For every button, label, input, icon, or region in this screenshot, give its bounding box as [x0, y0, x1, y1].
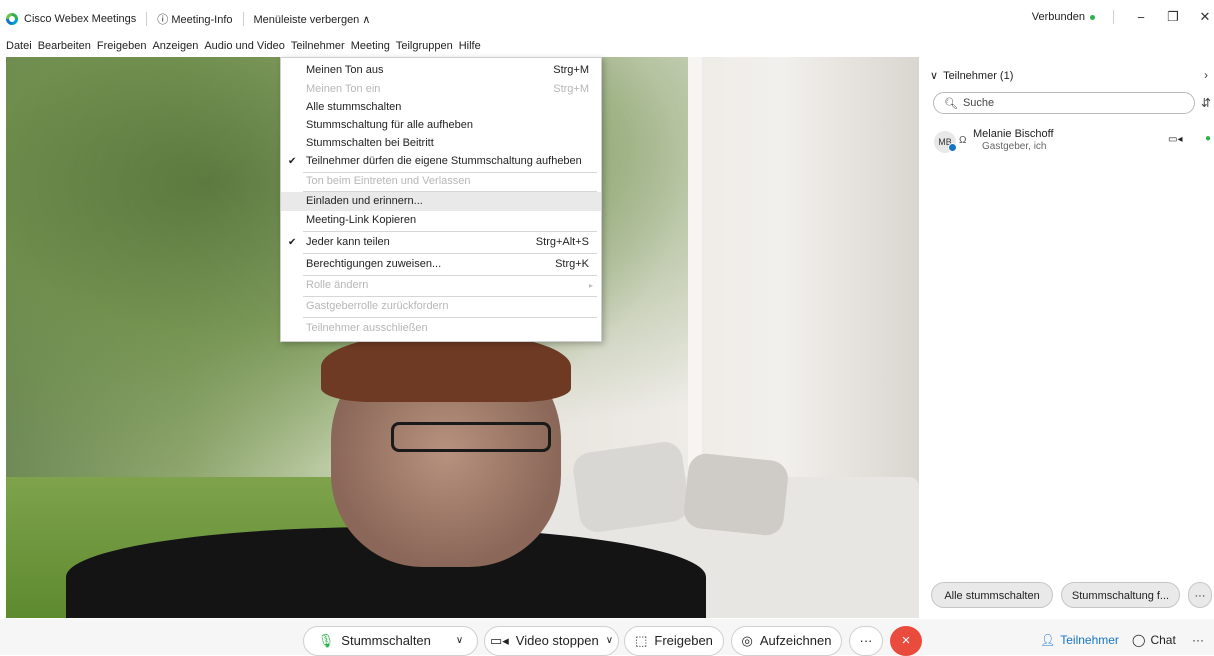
title-separator: [1113, 10, 1114, 24]
search-placeholder: Suche: [962, 97, 995, 109]
share-icon: ⬚: [635, 633, 648, 648]
share-button[interactable]: ⬚ Freigeben: [624, 626, 724, 656]
menu-separator: [303, 253, 597, 254]
menu-hilfe[interactable]: Hilfe: [459, 40, 481, 52]
menu-item-mute-self[interactable]: Meinen Ton aus Strg+M: [281, 61, 601, 80]
panel-close-icon[interactable]: ›: [1204, 68, 1208, 82]
webex-logo-icon: [6, 13, 18, 25]
hide-menu-button[interactable]: Menüleiste verbergen ∧: [254, 13, 371, 26]
menu-item-anyone-share[interactable]: ✔ Jeder kann teilen Strg+Alt+S: [281, 233, 601, 252]
menu-item-reclaim-host: Gastgeberrolle zurückfordern: [306, 300, 449, 312]
chat-button[interactable]: ◯ Chat: [1132, 633, 1176, 647]
menu-item-mute-on-entry[interactable]: Stummschalten bei Beitritt: [281, 134, 601, 153]
search-input[interactable]: 🔍︎ Suche: [933, 92, 1195, 114]
chevron-right-icon: ▸: [588, 281, 593, 290]
close-icon[interactable]: ✕: [1196, 9, 1214, 25]
participant-hair: [321, 332, 571, 402]
mute-all-button[interactable]: Alle stummschalten: [931, 582, 1053, 608]
participant-video: [66, 332, 706, 618]
connected-dot-icon: [1090, 14, 1095, 20]
participants-icon: 👤︎: [1040, 633, 1056, 647]
more-right-button[interactable]: ···: [1192, 633, 1204, 647]
participants-button[interactable]: 👤︎ Teilnehmer: [1040, 633, 1119, 647]
avatar-status-icon: [948, 143, 957, 152]
menu-bearbeiten[interactable]: Bearbeiten: [38, 40, 91, 52]
panel-more-button[interactable]: ···: [1188, 582, 1212, 608]
microphone-icon[interactable]: ●: [1205, 133, 1211, 144]
menu-bar: Datei Bearbeiten Freigeben Anzeigen Audi…: [0, 36, 1214, 56]
menu-audio-video[interactable]: Audio und Video: [204, 40, 285, 52]
menu-anzeigen[interactable]: Anzeigen: [152, 40, 198, 52]
menu-item-unmute-self: Meinen Ton ein Strg+M: [306, 83, 589, 95]
end-call-button[interactable]: ×: [890, 626, 922, 656]
restore-icon[interactable]: ❐: [1164, 9, 1182, 25]
participant-glasses: [391, 422, 551, 452]
menu-item-expel-participant: Teilnehmer ausschließen: [306, 322, 428, 334]
panel-title: Teilnehmer (1): [943, 69, 1014, 82]
record-icon: ◎: [741, 633, 753, 648]
menu-separator: [303, 317, 597, 318]
chevron-down-icon[interactable]: ∨: [456, 627, 463, 655]
control-bar: 🎙︎ Stummschalten ∨ ▭◂ Video stoppen ∨ ⬚ …: [0, 619, 1214, 656]
minimize-icon[interactable]: −: [1132, 10, 1150, 25]
menu-item-copy-link[interactable]: Meeting-Link Kopieren: [281, 211, 601, 230]
menu-item-unmute-all[interactable]: Stummschaltung für alle aufheben: [281, 116, 601, 135]
title-bar: Cisco Webex Meetings ⓘ Meeting-Info Menü…: [0, 0, 1214, 36]
attendee-name: Melanie Bischoff: [973, 128, 1054, 140]
stop-video-button[interactable]: ▭◂ Video stoppen ∨: [484, 626, 619, 656]
menu-separator: [303, 231, 597, 232]
app-title: Cisco Webex Meetings: [24, 13, 137, 25]
chevron-down-icon: ∨: [930, 70, 939, 82]
chat-icon: ◯: [1132, 633, 1146, 647]
title-bar-right: Verbunden − ❐ ✕: [1032, 9, 1214, 25]
chevron-down-icon[interactable]: ∨: [606, 627, 613, 655]
record-button[interactable]: ◎ Aufzeichnen: [731, 626, 842, 656]
menu-item-entry-exit-tone: Ton beim Eintreten und Verlassen: [306, 175, 471, 187]
menu-item-change-role: Rolle ändern ▸: [281, 276, 601, 295]
menu-meeting[interactable]: Meeting: [351, 40, 390, 52]
more-options-button[interactable]: ···: [849, 626, 883, 656]
search-icon: 🔍︎: [944, 97, 958, 110]
chevron-up-icon: ∧: [362, 13, 371, 26]
title-separator: [146, 12, 148, 26]
video-camera-icon: ▭◂: [489, 633, 509, 648]
participants-panel: ∨ Teilnehmer (1) › 🔍︎ Suche ⇵ MB Ω Melanie…: [922, 57, 1214, 618]
camera-icon: ▭◂: [1168, 134, 1183, 145]
info-icon: ⓘ: [157, 14, 172, 26]
mute-button[interactable]: 🎙︎ Stummschalten ∨: [303, 626, 478, 656]
menu-item-assign-privileges[interactable]: Berechtigungen zuweisen... Strg+K: [281, 255, 601, 274]
checkmark-icon: ✔: [288, 156, 297, 167]
unmute-all-button[interactable]: Stummschaltung f...: [1061, 582, 1180, 608]
participants-menu-dropdown: Meinen Ton aus Strg+M Meinen Ton ein Strg+…: [280, 57, 602, 342]
connection-status: Verbunden: [1032, 11, 1095, 23]
checkmark-icon: ✔: [288, 237, 297, 248]
menu-datei[interactable]: Datei: [6, 40, 32, 52]
attendee-role: Gastgeber, ich: [982, 141, 1047, 152]
title-bar-left: Cisco Webex Meetings ⓘ Meeting-Info Menü…: [6, 11, 370, 27]
panel-header[interactable]: ∨ Teilnehmer (1): [930, 69, 1014, 83]
meeting-info-button[interactable]: ⓘ Meeting-Info: [157, 11, 232, 27]
menu-freigeben[interactable]: Freigeben: [97, 40, 147, 52]
sort-icon[interactable]: ⇵: [1201, 96, 1211, 110]
menu-item-invite-remind[interactable]: Einladen und erinnern...: [281, 192, 601, 211]
attendee-row[interactable]: MB Ω Melanie Bischoff Gastgeber, ich ▭◂ …: [930, 127, 1211, 163]
headset-icon: Ω: [959, 135, 967, 146]
menu-teilnehmer[interactable]: Teilnehmer: [291, 40, 345, 52]
menu-item-mute-all[interactable]: Alle stummschalten: [281, 98, 601, 117]
menu-item-allow-unmute[interactable]: ✔ Teilnehmer dürfen die eigene Stummschal…: [281, 152, 601, 171]
title-separator: [242, 12, 244, 26]
menu-teilgruppen[interactable]: Teilgruppen: [396, 40, 453, 52]
microphone-icon: 🎙︎: [317, 633, 335, 648]
